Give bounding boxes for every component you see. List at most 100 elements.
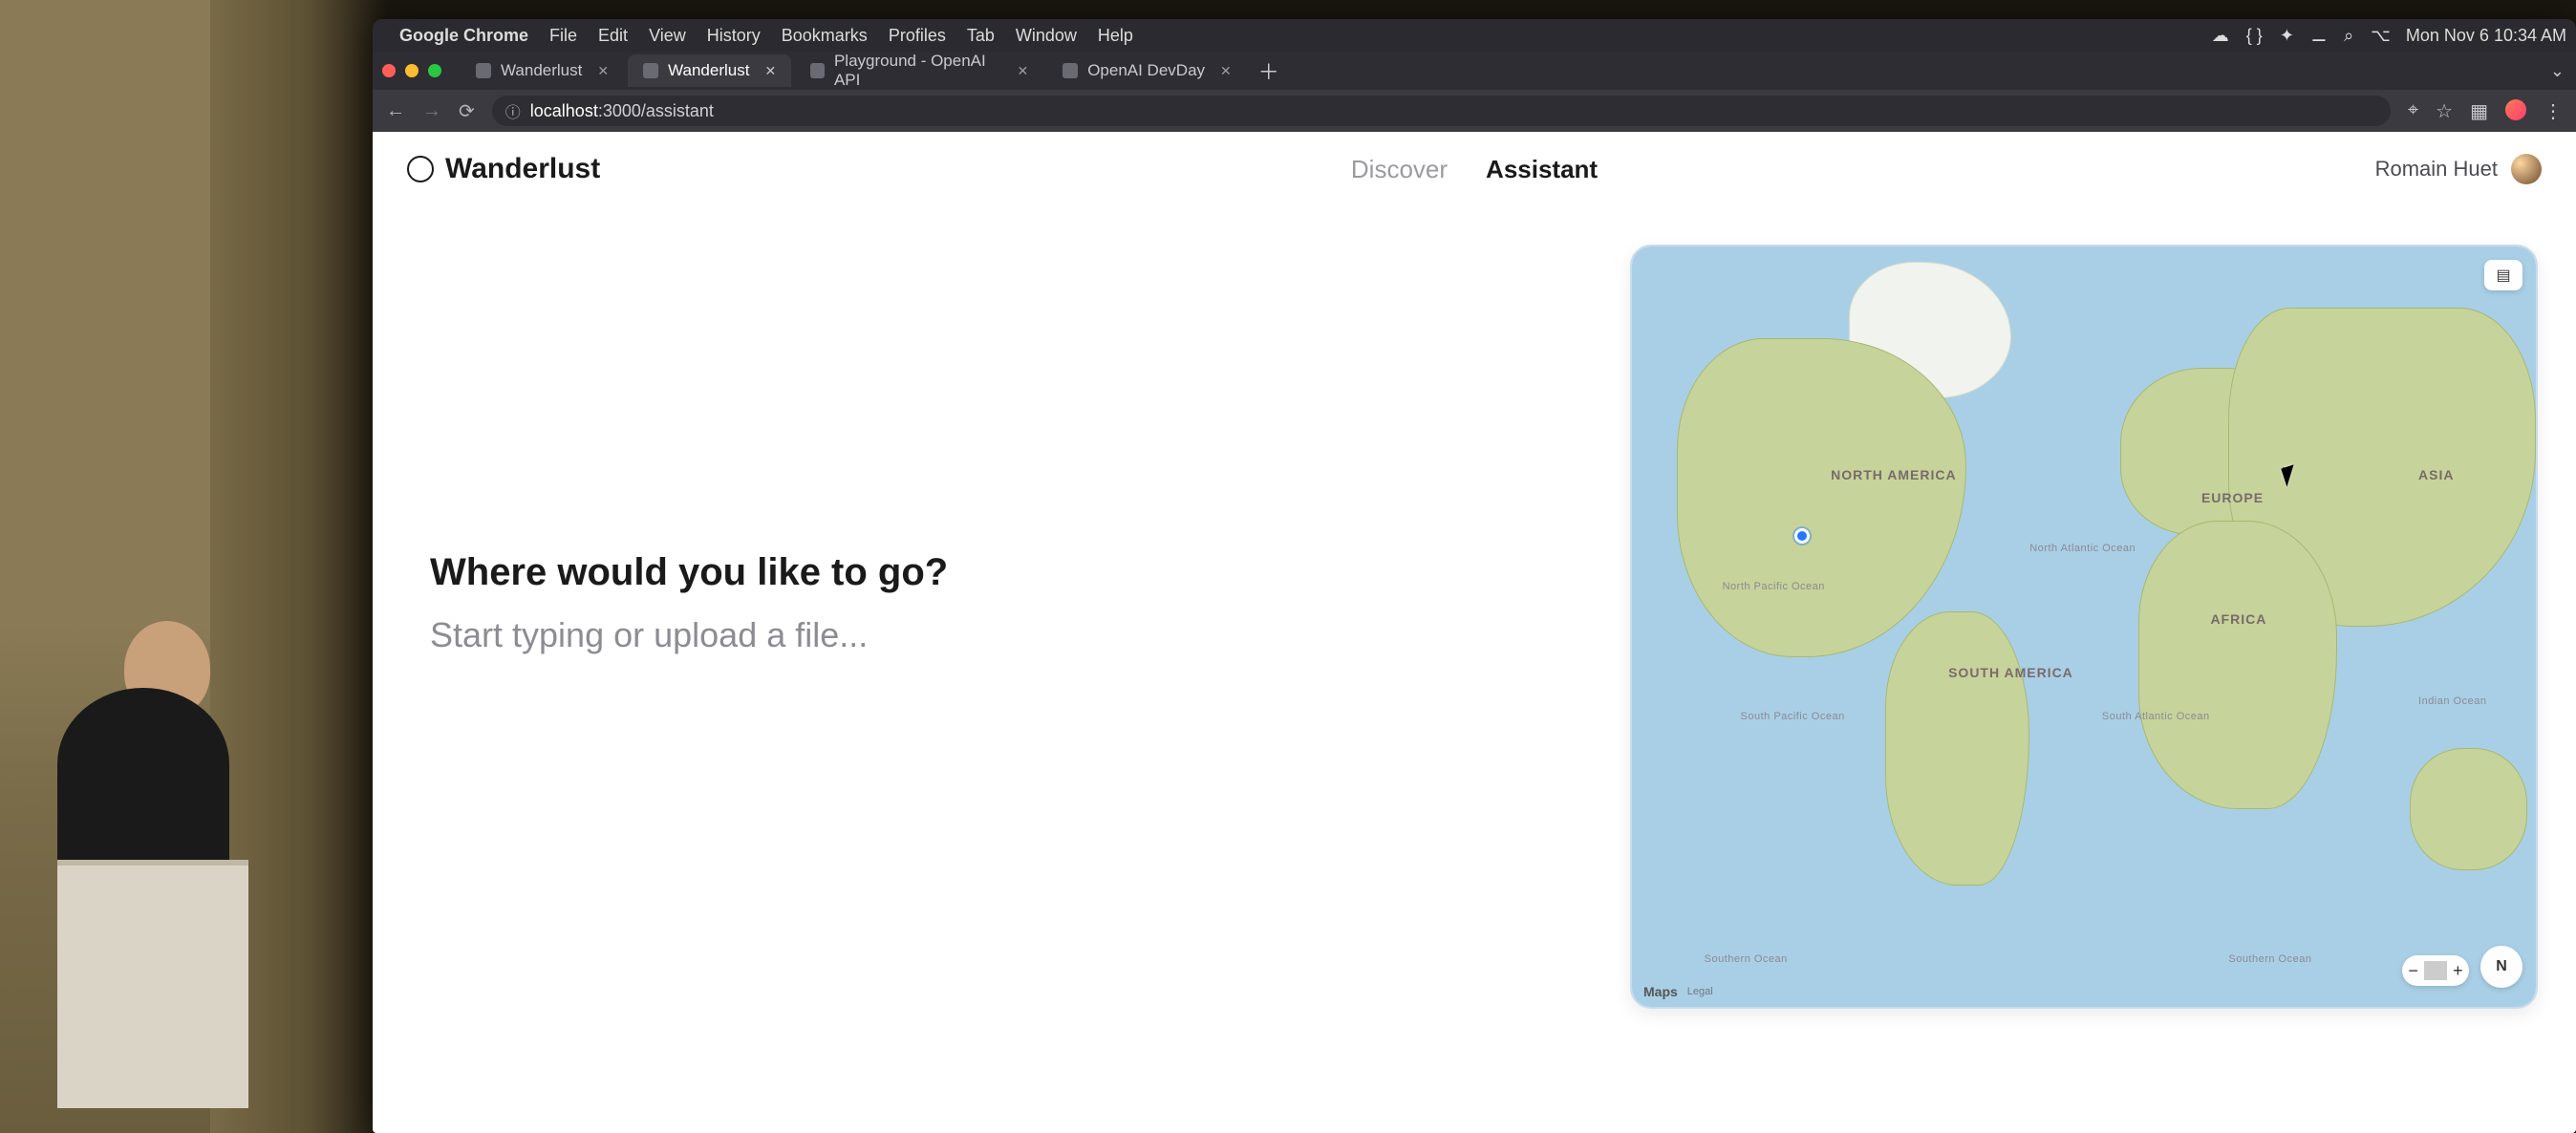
zoom-control: − +	[2402, 955, 2469, 986]
land-australia	[2410, 748, 2527, 869]
tab-wanderlust-2[interactable]: Wanderlust ✕	[628, 54, 791, 87]
bookmark-icon[interactable]: ☆	[2436, 99, 2453, 123]
label-north-pacific: North Pacific Ocean	[1723, 581, 1825, 593]
zoom-out-button[interactable]: −	[2402, 961, 2424, 981]
user-location-marker[interactable]	[1794, 528, 1810, 544]
land-africa	[2138, 521, 2337, 809]
window-close-button[interactable]	[382, 64, 396, 77]
kebab-menu-icon[interactable]: ⋮	[2544, 99, 2563, 123]
label-southern-ocean-1: Southern Ocean	[1705, 953, 1788, 966]
tab-close-icon[interactable]: ✕	[1220, 63, 1232, 79]
nav-discover[interactable]: Discover	[1351, 155, 1448, 184]
label-north-america: NORTH AMERICA	[1831, 467, 1956, 482]
menu-history[interactable]: History	[707, 26, 761, 46]
label-africa: AFRICA	[2210, 611, 2266, 627]
url-host: localhost	[530, 101, 598, 121]
macos-menu-bar: Google Chrome File Edit View History Boo…	[373, 19, 2576, 52]
forward-button[interactable]: →	[422, 100, 441, 122]
status-search-icon[interactable]: ⌕	[2344, 26, 2353, 46]
zoom-divider	[2424, 961, 2446, 979]
map-attribution: Maps Legal	[1642, 984, 1713, 999]
brand-name: Wanderlust	[445, 153, 600, 185]
menu-view[interactable]: View	[649, 26, 686, 46]
land-north-america	[1677, 338, 1966, 657]
profile-avatar-button[interactable]	[2505, 99, 2526, 120]
prompt-heading: Where would you like to go?	[430, 551, 1573, 594]
brand[interactable]: Wanderlust	[407, 153, 600, 185]
tab-playground[interactable]: Playground - OpenAI API ✕	[795, 54, 1043, 87]
window-controls	[382, 64, 441, 77]
tab-title: Wanderlust	[501, 61, 582, 80]
label-south-pacific: South Pacific Ocean	[1741, 711, 1845, 723]
presenter-body	[57, 688, 229, 879]
new-tab-button[interactable]: ＋	[1258, 55, 1279, 86]
tab-favicon	[476, 63, 491, 78]
tab-favicon	[810, 63, 825, 78]
nav-assistant[interactable]: Assistant	[1486, 155, 1598, 184]
land-south-america	[1885, 611, 2029, 886]
tab-title: OpenAI DevDay	[1087, 61, 1205, 80]
back-button[interactable]: ←	[386, 100, 405, 122]
zoom-in-button[interactable]: +	[2447, 961, 2469, 981]
podium	[57, 860, 248, 1108]
user-avatar[interactable]	[2511, 154, 2542, 184]
menu-help[interactable]: Help	[1098, 26, 1133, 46]
tab-favicon	[643, 63, 658, 78]
prompt-panel: Where would you like to go? Start typing…	[430, 245, 1573, 1095]
mouse-cursor	[2283, 467, 2285, 469]
menu-tab[interactable]: Tab	[967, 26, 995, 46]
compass-logo-icon	[407, 156, 434, 182]
status-app-icon[interactable]: ✦	[2280, 26, 2294, 46]
status-control-center-icon[interactable]: ⌥	[2371, 26, 2391, 46]
app-header: Wanderlust Discover Assistant Romain Hue…	[373, 132, 2576, 206]
tab-close-icon[interactable]: ✕	[597, 63, 609, 79]
maps-legal-link[interactable]: Legal	[1687, 986, 1713, 997]
menu-edit[interactable]: Edit	[598, 26, 628, 46]
page-content: Wanderlust Discover Assistant Romain Hue…	[373, 132, 2576, 1133]
menubar-clock[interactable]: Mon Nov 6 10:34 AM	[2406, 26, 2566, 46]
window-maximize-button[interactable]	[428, 64, 441, 77]
tab-wanderlust-1[interactable]: Wanderlust ✕	[461, 54, 624, 87]
primary-nav: Discover Assistant	[1351, 155, 1598, 184]
tab-strip: Wanderlust ✕ Wanderlust ✕ Playground - O…	[373, 52, 2576, 90]
tab-close-icon[interactable]: ✕	[764, 63, 776, 79]
status-wifi-icon[interactable]: ⚊	[2311, 26, 2327, 46]
label-southern-ocean-2: Southern Ocean	[2228, 953, 2311, 966]
tab-title: Playground - OpenAI API	[834, 52, 1001, 90]
label-indian-ocean: Indian Ocean	[2418, 695, 2486, 708]
site-info-icon[interactable]: ⓘ	[505, 99, 521, 122]
extensions-icon[interactable]: ▦	[2470, 99, 2488, 123]
tab-title: Wanderlust	[668, 61, 749, 80]
user-area[interactable]: Romain Huet	[2375, 154, 2542, 184]
tab-overflow-button[interactable]: ⌄	[2550, 61, 2565, 81]
main-layout: Where would you like to go? Start typing…	[373, 206, 2576, 1133]
address-bar[interactable]: ⓘ localhost:3000/assistant	[492, 96, 2391, 126]
app-menu[interactable]: Google Chrome	[399, 26, 528, 46]
map-panel[interactable]: NORTH AMERICA SOUTH AMERICA EUROPE AFRIC…	[1630, 245, 2538, 1009]
status-cloud-icon[interactable]: ☁︎	[2212, 26, 2229, 46]
label-north-atlantic: North Atlantic Ocean	[2029, 543, 2136, 555]
compass-button[interactable]: N	[2480, 946, 2522, 988]
tab-devday[interactable]: OpenAI DevDay ✕	[1047, 54, 1247, 87]
status-braces-icon[interactable]: { }	[2246, 26, 2263, 46]
label-south-atlantic: South Atlantic Ocean	[2102, 711, 2210, 723]
url-path: :3000/assistant	[598, 101, 714, 121]
maps-brand-label: Maps	[1643, 984, 1678, 999]
toolbar-right: ⌖ ☆ ▦ ⋮	[2408, 99, 2563, 123]
tab-favicon	[1063, 63, 1078, 78]
user-name: Romain Huet	[2375, 157, 2498, 182]
menu-profiles[interactable]: Profiles	[889, 26, 946, 46]
tab-close-icon[interactable]: ✕	[1017, 63, 1028, 79]
world-map[interactable]: NORTH AMERICA SOUTH AMERICA EUROPE AFRIC…	[1632, 246, 2536, 1007]
browser-toolbar: ← → ⟳ ⓘ localhost:3000/assistant ⌖ ☆ ▦ ⋮	[373, 90, 2576, 132]
chat-input[interactable]: Start typing or upload a file...	[430, 615, 1573, 655]
label-europe: EUROPE	[2201, 490, 2264, 505]
location-icon[interactable]: ⌖	[2408, 99, 2418, 123]
menu-window[interactable]: Window	[1016, 26, 1077, 46]
reload-button[interactable]: ⟳	[459, 99, 475, 123]
label-asia: ASIA	[2418, 467, 2454, 482]
menu-bookmarks[interactable]: Bookmarks	[782, 26, 868, 46]
map-style-toggle[interactable]: ▤	[2484, 260, 2522, 290]
window-minimize-button[interactable]	[405, 64, 419, 77]
menu-file[interactable]: File	[549, 26, 577, 46]
